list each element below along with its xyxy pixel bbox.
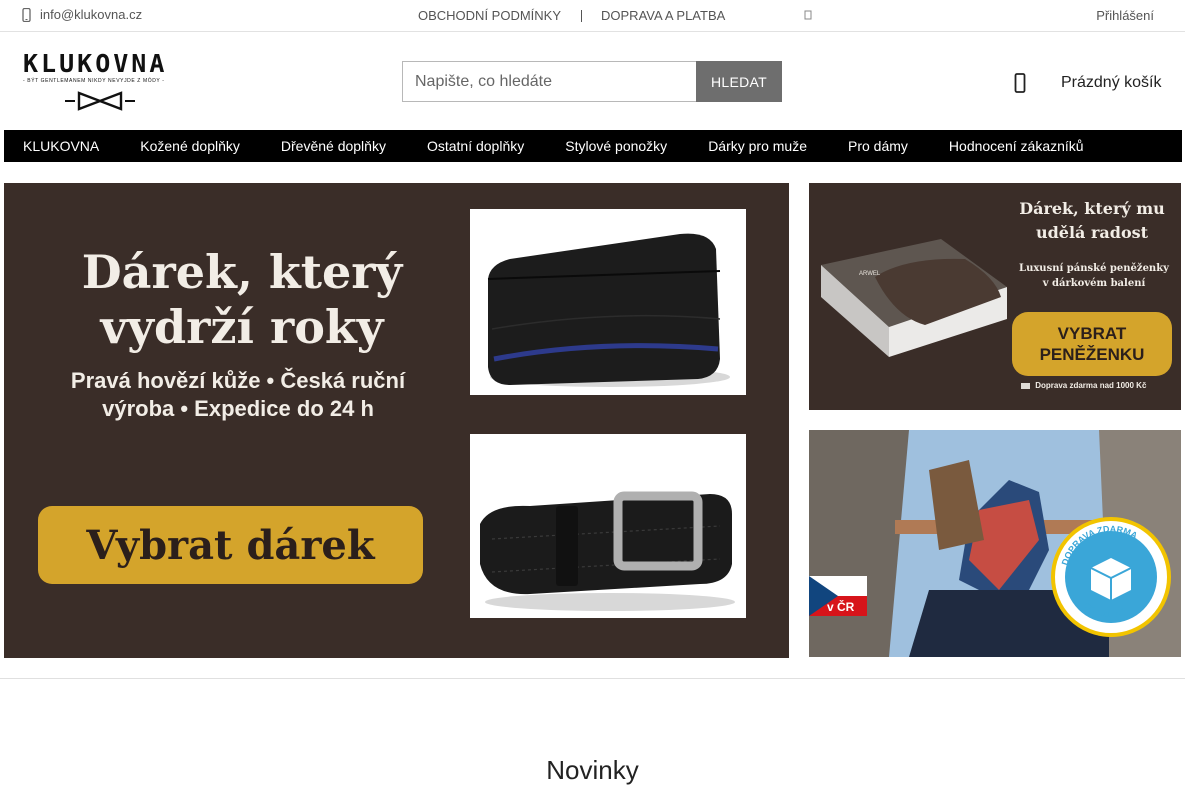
new-products-title: Novinky [546,755,639,785]
shipping-payment-link[interactable]: DOPRAVA A PLATBA [601,8,725,23]
truck-icon [1021,382,1030,389]
bowtie-icon [65,91,135,111]
top-links: OBCHODNÍ PODMÍNKY DOPRAVA A PLATBA [418,8,725,23]
login-link[interactable]: Přihlášení [1096,8,1154,23]
wallet-shipping-text: Doprava zdarma nad 1000 Kč [1035,381,1147,390]
wallet-cta-button[interactable]: VYBRAT PENĚŽENKU [1012,312,1172,376]
search-input[interactable] [402,61,696,102]
nav-item-socks[interactable]: Stylové ponožky [546,138,686,154]
terms-link[interactable]: OBCHODNÍ PODMÍNKY [418,8,561,23]
wallet-banner-subtitle: Luxusní pánské peněženky v dárkovém bale… [1009,261,1179,291]
nav-item-leather[interactable]: Kožené doplňky [121,138,259,154]
wallet-banner[interactable]: ARWEL Dárek, který mu udělá radost Luxus… [809,183,1181,410]
wallet-headline-line2: udělá radost [1035,223,1149,242]
nav-item-klukovna[interactable]: KLUKOVNA [4,138,118,154]
belt-photo [470,434,746,618]
box-brand-text: ARWEL [859,271,881,277]
hero-subtitle-line2: výroba • Expedice do 24 h [102,396,374,421]
wallet-shipping-note: Doprava zdarma nad 1000 Kč [1021,381,1181,390]
phone-icon [22,7,31,22]
contact-email-text[interactable]: info@klukovna.cz [40,7,142,22]
hero-headline: Dárek, který vydrží roky [42,245,442,355]
hero-subtitle: Pravá hovězí kůže • Česká ruční výroba •… [38,367,438,423]
nav-item-other[interactable]: Ostatní doplňky [408,138,543,154]
hero-subtitle-line1: Pravá hovězí kůže • Česká ruční [70,368,406,393]
wallet-cta-line2: PENĚŽENKU [1039,345,1145,364]
wallet-cta-line1: VYBRAT [1057,324,1127,343]
nav-item-gifts-men[interactable]: Dárky pro muže [689,138,826,154]
contact-email[interactable]: info@klukovna.cz [22,7,142,22]
nav-item-reviews[interactable]: Hodnocení zákazníků [930,138,1103,154]
cart-icon [1014,73,1026,93]
wallet-subtitle-line1: Luxusní pánské peněženky [1019,263,1169,274]
settings-icon[interactable] [804,10,812,20]
hero-headline-line2: vydrží roky [100,300,384,354]
wallet-subtitle-line2: v dárkovém balení [1042,278,1146,289]
shipping-banner[interactable]: v ČR DOPRAVA ZDARMA OD 1000 KČ [809,430,1181,657]
top-bar: info@klukovna.cz OBCHODNÍ PODMÍNKY DOPRA… [0,0,1185,32]
section-divider [0,678,1185,679]
wallet-banner-headline: Dárek, který mu udělá radost [1007,197,1177,245]
site-logo[interactable]: KLUKOVNA - BÝT GENTLEMANEM NIKDY NEVYJDE… [23,50,177,112]
wallet-photo [470,209,746,395]
hero-cta-button[interactable]: Vybrat dárek [38,506,423,584]
cart-label[interactable]: Prázdný košík [1061,74,1161,92]
search-bar: HLEDAT [402,61,782,102]
logo-tagline: - BÝT GENTLEMANEM NIKDY NEVYJDE Z MÓDY - [23,78,165,84]
nav-item-wooden[interactable]: Dřevěné doplňky [262,138,405,154]
wallet-gift-box: ARWEL [821,239,1007,357]
nav-item-ladies[interactable]: Pro dámy [829,138,927,154]
main-nav: KLUKOVNA Kožené doplňky Dřevěné doplňky … [4,130,1182,162]
hero-headline-line1: Dárek, který [81,245,403,299]
free-shipping-seal: DOPRAVA ZDARMA OD 1000 KČ [1051,517,1171,637]
logo-wordmark: KLUKOVNA [23,49,168,78]
flag-caption: v ČR [827,600,855,614]
top-links-separator [581,9,583,22]
cart[interactable]: Prázdný košík [1014,72,1161,94]
hero-banner[interactable]: Dárek, který vydrží roky Pravá hovězí ků… [4,183,789,658]
wallet-headline-line1: Dárek, který mu [1019,199,1165,218]
search-button[interactable]: HLEDAT [696,61,782,102]
